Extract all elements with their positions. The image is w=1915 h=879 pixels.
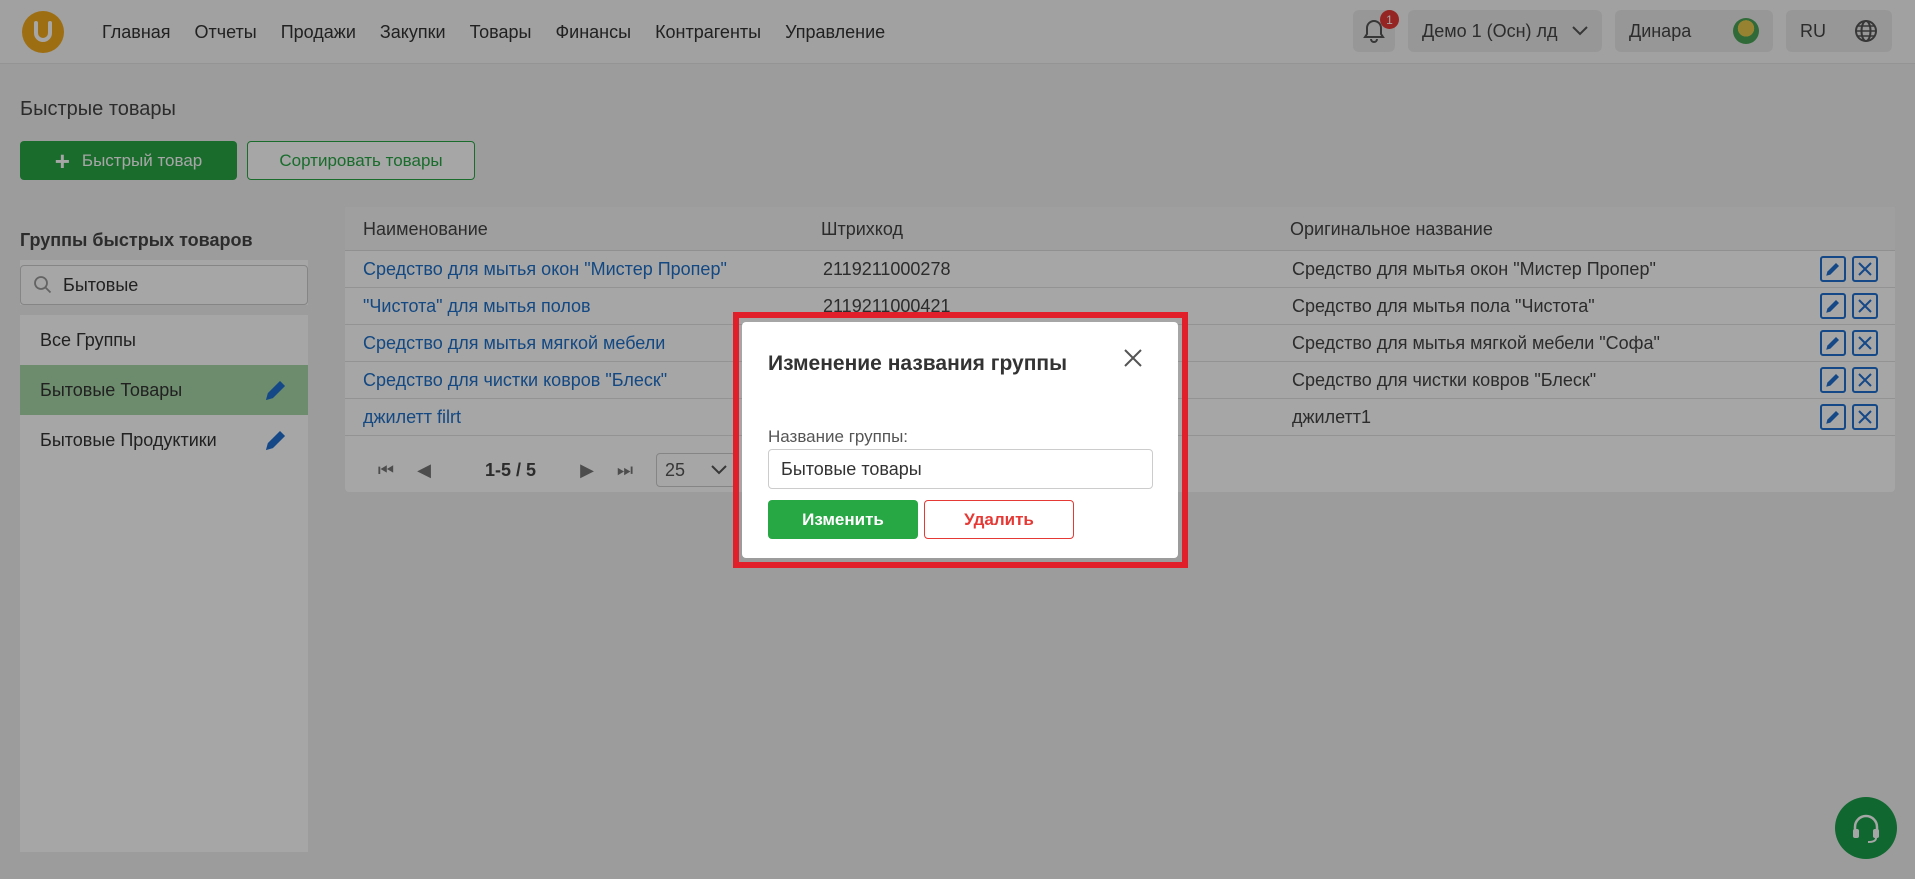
rename-group-dialog: Изменение названия группы Название групп… [742,322,1178,558]
close-dialog-button[interactable] [1119,344,1147,372]
delete-group-button[interactable]: Удалить [924,500,1074,539]
group-name-input[interactable] [768,449,1153,489]
dialog-title: Изменение названия группы [768,352,1068,375]
save-group-button[interactable]: Изменить [768,500,918,539]
group-name-label: Название группы: [768,427,909,446]
close-icon [1124,349,1142,367]
